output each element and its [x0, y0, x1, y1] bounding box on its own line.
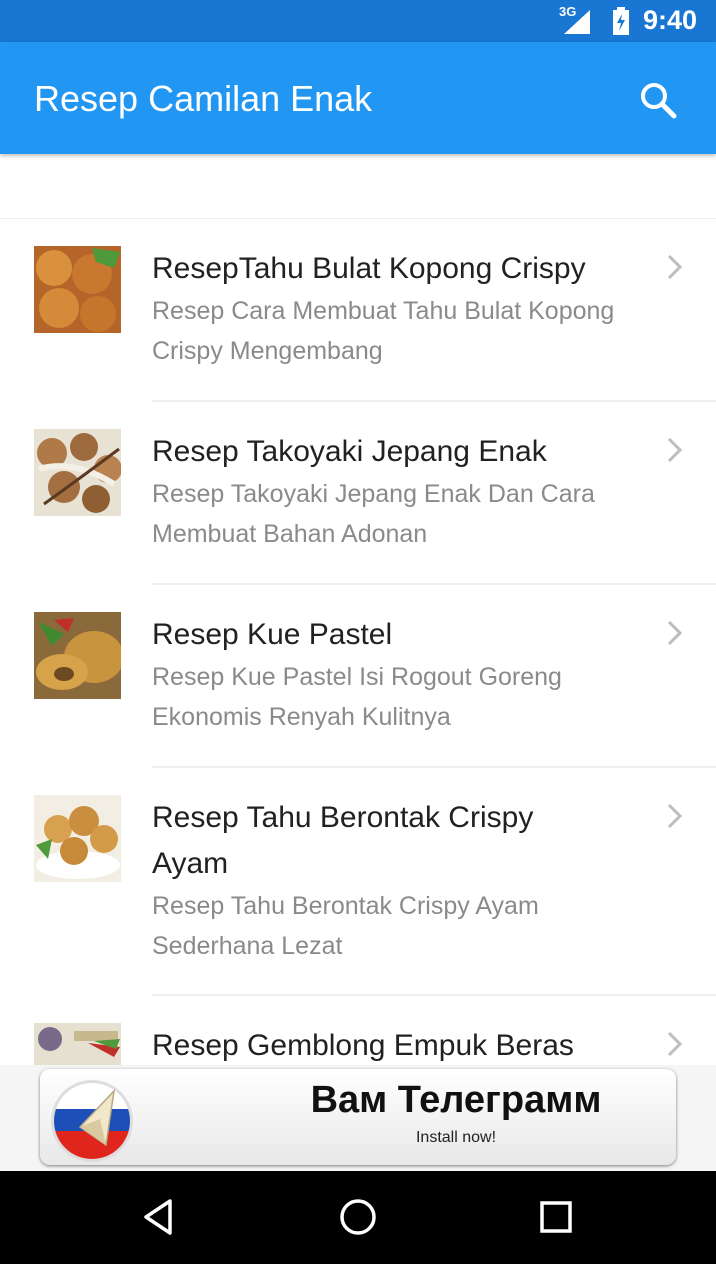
chevron-right-icon: [667, 803, 683, 829]
recipe-title: Resep Kue Pastel: [152, 618, 393, 651]
recipe-subtitle: Resep Takoyaki Jepang Enak Dan Cara: [152, 480, 595, 508]
clock: 9:40: [643, 5, 698, 35]
status-bar: 3G 9:40: [0, 0, 716, 42]
app-title: Resep Camilan Enak: [34, 78, 373, 119]
recipe-title-cont: Ayam: [152, 847, 229, 880]
recipe-thumbnail-kue-pastel: [34, 612, 121, 699]
recipe-thumbnail-tahu-bulat: [34, 246, 121, 333]
recipe-title: Resep Takoyaki Jepang Enak: [152, 435, 547, 468]
search-icon[interactable]: [638, 80, 678, 120]
recipe-item-kue-pastel[interactable]: Resep Kue Pastel Resep Kue Pastel Isi Ro…: [0, 585, 716, 768]
recipe-item-takoyaki[interactable]: Resep Takoyaki Jepang Enak Resep Takoyak…: [0, 402, 716, 585]
recipe-item-tahu-bulat[interactable]: ResepTahu Bulat Kopong Crispy Resep Cara…: [0, 219, 716, 402]
recipe-subtitle: Resep Cara Membuat Tahu Bulat Kopong: [152, 297, 615, 325]
recipe-title: Resep Gemblong Empuk Beras: [152, 1029, 574, 1062]
chevron-right-icon: [667, 620, 683, 646]
telegram-russia-logo-icon: [51, 1080, 133, 1162]
recipe-subtitle: Resep Tahu Berontak Crispy Ayam: [152, 892, 539, 920]
recipe-subtitle-cont: Ekonomis Renyah Kulitnya: [152, 703, 451, 731]
recipe-thumbnail-takoyaki: [34, 429, 121, 516]
recipe-subtitle-cont: Membuat Bahan Adonan: [152, 520, 428, 548]
home-icon[interactable]: [336, 1195, 380, 1239]
recipe-thumbnail-tahu-berontak: [34, 795, 121, 882]
back-icon[interactable]: [138, 1195, 182, 1239]
signal-icon: [564, 10, 590, 34]
ad-banner: Вам Телеграмм Install now!: [0, 1065, 716, 1171]
chevron-right-icon: [667, 1031, 683, 1057]
recipe-item-gemblong[interactable]: Resep Gemblong Empuk Beras: [0, 996, 716, 1066]
recipe-title: Resep Tahu Berontak Crispy: [152, 801, 534, 834]
recipe-title: ResepTahu Bulat Kopong Crispy: [152, 252, 586, 285]
ad-subtitle: Install now!: [415, 1129, 497, 1146]
recipe-subtitle: Resep Kue Pastel Isi Rogout Goreng: [152, 663, 562, 691]
recipe-subtitle-cont: Sederhana Lezat: [152, 932, 343, 960]
recipe-item-tahu-berontak[interactable]: Resep Tahu Berontak Crispy Ayam Resep Ta…: [0, 768, 716, 996]
recipe-thumbnail-gemblong: [34, 1023, 121, 1066]
chevron-right-icon: [667, 437, 683, 463]
ad-banner-button[interactable]: Вам Телеграмм Install now!: [40, 1069, 676, 1165]
recents-icon[interactable]: [534, 1195, 578, 1239]
chevron-right-icon: [667, 254, 683, 280]
battery-icon: [613, 7, 629, 35]
navigation-bar: [0, 1171, 716, 1264]
app-bar: Resep Camilan Enak: [0, 42, 716, 154]
recipe-subtitle-cont: Crispy Mengembang: [152, 337, 383, 365]
ad-title: Вам Телеграмм: [310, 1079, 602, 1121]
